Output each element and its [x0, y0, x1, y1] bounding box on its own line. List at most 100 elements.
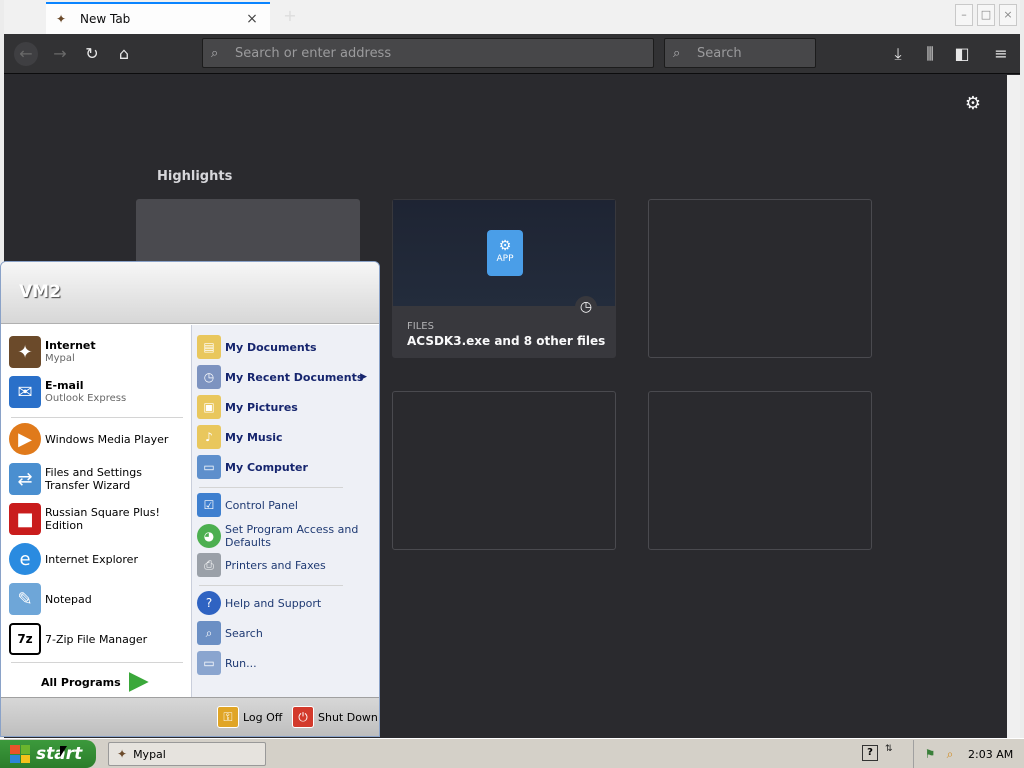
place-my-pictures[interactable]: ▣ My Pictures	[197, 395, 377, 419]
tray-expand-icon[interactable]: ⇅	[885, 744, 893, 754]
address-bar[interactable]: ⌕ Search or enter address	[202, 38, 654, 68]
taskbar: start ✦ Mypal ? ⇅ ⚑ ⌕ 2:03 AM	[0, 738, 1024, 768]
media-player-icon: ▶	[9, 423, 41, 455]
close-window-button[interactable]: ×	[999, 4, 1017, 26]
taskbar-item-mypal[interactable]: ✦ Mypal	[108, 742, 266, 766]
app-icon-label: APP	[496, 254, 514, 264]
start-menu: VM2 ✦ Internet Mypal ✉ E-mail Outlook Expr…	[0, 261, 380, 737]
submenu-arrow-icon: ▶	[360, 372, 367, 382]
help-icon: ?	[197, 591, 221, 615]
tool-label: Run...	[225, 656, 257, 670]
system-tray: ⚑ ⌕ 2:03 AM	[913, 740, 1024, 768]
tool-help[interactable]: ? Help and Support	[197, 591, 377, 615]
clock[interactable]: 2:03 AM	[968, 748, 1013, 761]
divider	[11, 662, 183, 663]
place-my-documents[interactable]: ▤ My Documents	[197, 335, 377, 359]
download-icon[interactable]: ⤓	[886, 42, 910, 66]
network-icon[interactable]: ⚑	[922, 746, 938, 762]
tab-bar: ✦ New Tab × + – □ ×	[4, 0, 1020, 34]
place-label: My Recent Documents	[225, 370, 364, 384]
music-icon: ♪	[197, 425, 221, 449]
back-arrow-icon[interactable]: ←	[14, 42, 38, 66]
program-internet-explorer[interactable]: e Internet Explorer	[9, 543, 189, 575]
start-menu-header: VM2	[1, 262, 379, 324]
program-label: Windows Media Player	[45, 432, 169, 446]
russian-square-icon: ■	[9, 503, 41, 535]
highlight-card-empty	[648, 391, 872, 550]
mypal-icon: ✦	[117, 747, 128, 761]
recent-docs-icon: ◷	[197, 365, 221, 389]
program-media-player[interactable]: ▶ Windows Media Player	[9, 423, 189, 455]
search-tray-icon[interactable]: ⌕	[942, 746, 958, 762]
program-russian-square[interactable]: ■ Russian Square Plus! Edition	[9, 503, 189, 535]
run-icon: ▭	[197, 651, 221, 675]
tab-new-tab[interactable]: ✦ New Tab ×	[46, 2, 270, 34]
program-notepad[interactable]: ✎ Notepad	[9, 583, 189, 615]
place-label: My Computer	[225, 460, 308, 474]
minimize-button[interactable]: –	[955, 4, 973, 26]
setting-control-panel[interactable]: ☑ Control Panel	[197, 493, 377, 517]
shut-down-label: Shut Down	[318, 710, 378, 724]
place-my-music[interactable]: ♪ My Music	[197, 425, 377, 449]
tool-run[interactable]: ▭ Run...	[197, 651, 377, 675]
program-label: Files and Settings Transfer Wizard	[45, 466, 142, 492]
tool-label: Help and Support	[225, 596, 322, 610]
setting-label: Control Panel	[225, 498, 298, 512]
divider	[199, 487, 343, 488]
program-transfer-wizard[interactable]: ⇄ Files and Settings Transfer Wizard	[9, 463, 189, 495]
setting-label: Printers and Faxes	[225, 558, 326, 572]
pinned-title: E-mail	[45, 379, 84, 392]
mypal-favicon-icon: ✦	[56, 12, 67, 26]
search-icon: ⌕	[211, 45, 219, 61]
home-icon[interactable]: ⌂	[112, 42, 136, 66]
search-bar[interactable]: ⌕ Search	[664, 38, 816, 68]
pinned-email[interactable]: ✉ E-mail Outlook Express	[9, 376, 189, 408]
shut-down-button[interactable]: ⏻ Shut Down	[292, 706, 378, 728]
control-panel-icon: ☑	[197, 493, 221, 517]
tool-search[interactable]: ⌕ Search	[197, 621, 377, 645]
app-file-icon: ⚙ APP	[487, 230, 523, 276]
place-label: My Documents	[225, 340, 317, 354]
setting-program-access[interactable]: ◕ Set Program Access and Defaults	[197, 523, 377, 549]
tab-close-icon[interactable]: ×	[244, 11, 260, 27]
hamburger-menu-icon[interactable]: ≡	[989, 42, 1013, 66]
gear-icon[interactable]: ⚙	[962, 93, 984, 115]
sidebar-icon[interactable]: ◧	[950, 42, 974, 66]
computer-icon: ▭	[197, 455, 221, 479]
clock-icon: ◷	[575, 296, 597, 318]
windows-flag-icon	[10, 745, 30, 763]
library-icon[interactable]: ⫼	[918, 42, 942, 66]
forward-arrow-icon[interactable]: →	[48, 42, 72, 66]
vertical-scrollbar[interactable]	[1007, 75, 1020, 738]
log-off-button[interactable]: ⚿ Log Off	[217, 706, 282, 728]
reload-icon[interactable]: ↻	[80, 42, 104, 66]
pinned-internet[interactable]: ✦ Internet Mypal	[9, 336, 189, 368]
program-label: Russian Square Plus! Edition	[45, 506, 160, 532]
mouse-cursor-icon	[60, 746, 67, 757]
user-name: VM2	[19, 282, 61, 302]
place-my-recent-documents[interactable]: ◷ My Recent Documents ▶	[197, 365, 377, 389]
key-icon: ⚿	[217, 706, 239, 728]
help-tray-icon[interactable]: ?	[862, 745, 878, 761]
start-button[interactable]: start	[0, 740, 96, 768]
folder-icon: ▤	[197, 335, 221, 359]
place-my-computer[interactable]: ▭ My Computer	[197, 455, 377, 479]
highlight-card[interactable]: ⚙ APP ◷ FILES ACSDK3.exe and 8 other fil…	[392, 199, 616, 358]
maximize-button[interactable]: □	[977, 4, 995, 26]
divider	[199, 585, 343, 586]
transfer-wizard-icon: ⇄	[9, 463, 41, 495]
all-programs-label: All Programs	[41, 675, 121, 689]
navigation-toolbar: ← → ↻ ⌂ ⌕ Search or enter address ⌕ Sear…	[4, 34, 1020, 74]
highlight-card-empty	[648, 199, 872, 358]
printer-icon: ⎙	[197, 553, 221, 577]
setting-label: Set Program Access and Defaults	[225, 523, 359, 549]
pinned-subtitle: Mypal	[45, 353, 75, 364]
setting-printers[interactable]: ⎙ Printers and Faxes	[197, 553, 377, 577]
7zip-icon: 7z	[9, 623, 41, 655]
all-programs-button[interactable]: All Programs	[41, 672, 149, 692]
tool-label: Search	[225, 626, 263, 640]
pinned-subtitle: Outlook Express	[45, 393, 127, 404]
search-icon: ⌕	[673, 45, 681, 61]
new-tab-button[interactable]: +	[280, 6, 300, 26]
program-7zip[interactable]: 7z 7-Zip File Manager	[9, 623, 189, 655]
